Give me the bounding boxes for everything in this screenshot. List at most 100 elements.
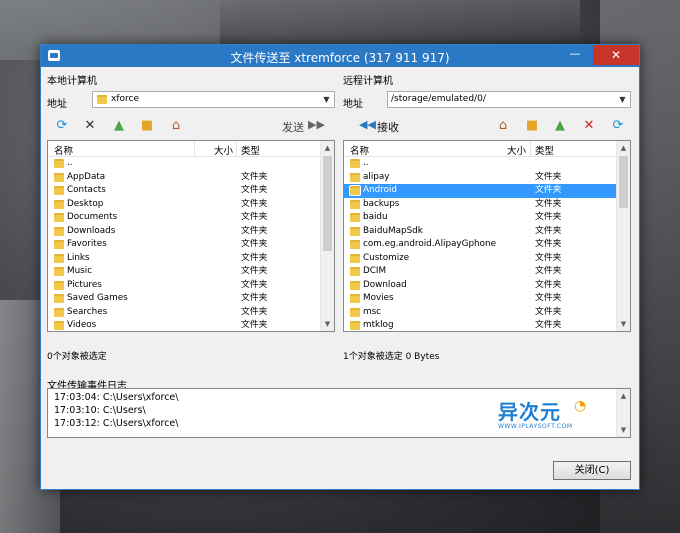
list-item[interactable]: .. <box>344 157 616 171</box>
list-item[interactable]: alipay 文件夹 <box>344 171 616 185</box>
column-divider[interactable] <box>194 141 195 157</box>
file-name: Documents <box>67 212 118 222</box>
list-item[interactable]: Pictures 文件夹 <box>48 279 320 293</box>
remote-section-label: 远程计算机 <box>343 76 393 87</box>
list-item[interactable]: backups 文件夹 <box>344 198 616 212</box>
scroll-down-icon[interactable]: ▼ <box>617 317 630 331</box>
column-name-header[interactable]: 名称 <box>350 143 369 157</box>
list-item[interactable]: Favorites 文件夹 <box>48 238 320 252</box>
log-scrollbar[interactable]: ▲ ▼ <box>616 389 630 437</box>
column-type-header[interactable]: 类型 <box>535 143 554 157</box>
minimize-button[interactable]: — <box>564 45 586 65</box>
chevron-down-icon[interactable]: ▼ <box>321 92 332 107</box>
file-type: 文件夹 <box>241 239 268 249</box>
file-type: 文件夹 <box>535 306 562 317</box>
scroll-thumb[interactable] <box>619 156 628 208</box>
column-name-header[interactable]: 名称 <box>54 143 73 157</box>
column-size-header[interactable]: 大小 <box>507 143 526 157</box>
list-item[interactable]: Download 文件夹 <box>344 279 616 293</box>
list-item[interactable]: BaiduMapSdk 文件夹 <box>344 225 616 239</box>
receive-arrow-icon[interactable]: ◀◀ <box>359 118 376 131</box>
scroll-up-icon[interactable]: ▲ <box>617 141 630 155</box>
list-item[interactable]: Searches 文件夹 <box>48 306 320 320</box>
remote-address-combo[interactable]: /storage/emulated/0/ ▼ <box>387 91 631 108</box>
list-item[interactable]: Music 文件夹 <box>48 265 320 279</box>
local-file-list[interactable]: 名称 大小 类型 .. AppData 文件夹 Contacts 文件夹 Deskt… <box>47 140 335 332</box>
folder-icon <box>54 199 64 209</box>
list-item[interactable]: Desktop 文件夹 <box>48 198 320 212</box>
list-item[interactable]: Links 文件夹 <box>48 252 320 266</box>
file-name: AppData <box>67 171 106 182</box>
remote-file-list[interactable]: 名称 大小 类型 .. alipay 文件夹 Android 文件夹 backups… <box>343 140 631 332</box>
file-name: Searches <box>67 306 108 317</box>
folder-icon <box>350 159 360 168</box>
folder-icon <box>350 172 360 182</box>
list-item[interactable]: baidu 文件夹 <box>344 211 616 225</box>
list-item[interactable]: Movies 文件夹 <box>344 292 616 306</box>
file-type: 文件夹 <box>535 266 562 276</box>
file-type: 文件夹 <box>241 279 268 290</box>
column-divider[interactable] <box>236 141 237 157</box>
new-folder-icon[interactable]: ■ <box>138 117 156 135</box>
file-name: Movies <box>363 293 394 303</box>
local-address-combo[interactable]: xforce ▼ <box>92 91 335 108</box>
file-type: 文件夹 <box>241 293 268 303</box>
folder-icon <box>54 226 64 236</box>
delete-icon[interactable]: ✕ <box>580 117 598 135</box>
list-item[interactable]: Customize 文件夹 <box>344 252 616 266</box>
parent-folder-icon[interactable]: ▲ <box>551 117 569 135</box>
folder-icon <box>54 213 64 222</box>
list-item[interactable]: Contacts 文件夹 <box>48 184 320 198</box>
home-icon[interactable]: ⌂ <box>167 117 185 135</box>
list-item[interactable]: Documents 文件夹 <box>48 211 320 225</box>
scroll-up-icon[interactable]: ▲ <box>617 389 630 403</box>
file-type: 文件夹 <box>241 252 268 263</box>
column-divider[interactable] <box>530 141 531 157</box>
remote-status: 1个对象被选定 0 Bytes <box>343 352 440 362</box>
remote-address-value: /storage/emulated/0/ <box>391 94 486 104</box>
remote-scrollbar[interactable]: ▲ ▼ <box>616 141 630 331</box>
chevron-down-icon[interactable]: ▼ <box>617 92 628 107</box>
new-folder-icon[interactable]: ■ <box>523 117 541 135</box>
watermark-url: WWW.IPLAYSOFT.COM <box>498 423 573 430</box>
column-size-header[interactable]: 大小 <box>214 143 233 157</box>
send-arrow-icon[interactable]: ▶▶ <box>308 118 325 131</box>
close-button[interactable]: 关闭(C) <box>553 461 631 480</box>
delete-icon[interactable]: ✕ <box>81 117 99 135</box>
list-item[interactable]: .. <box>48 157 320 171</box>
folder-icon <box>54 253 64 263</box>
refresh-icon[interactable]: ⟳ <box>609 117 627 135</box>
local-scrollbar[interactable]: ▲ ▼ <box>320 141 334 331</box>
list-item-selected[interactable]: Android 文件夹 <box>344 184 616 198</box>
title-bar[interactable]: 文件传送至 xtremforce (317 911 917) — ✕ <box>41 45 639 67</box>
file-name: Links <box>67 252 90 263</box>
scroll-up-icon[interactable]: ▲ <box>321 141 334 155</box>
scroll-thumb[interactable] <box>323 156 332 251</box>
scroll-down-icon[interactable]: ▼ <box>617 423 630 437</box>
list-item[interactable]: Videos 文件夹 <box>48 319 320 331</box>
scroll-down-icon[interactable]: ▼ <box>321 317 334 331</box>
receive-button[interactable]: 接收 <box>377 119 399 135</box>
list-item[interactable]: com.eg.android.AlipayGphone 文件夹 <box>344 238 616 252</box>
file-name: .. <box>363 158 369 168</box>
file-type: 文件夹 <box>241 266 268 276</box>
list-item[interactable]: Saved Games 文件夹 <box>48 292 320 306</box>
list-item[interactable]: mtklog 文件夹 <box>344 319 616 331</box>
list-item[interactable]: DCIM 文件夹 <box>344 265 616 279</box>
close-window-button[interactable]: ✕ <box>593 45 639 65</box>
parent-folder-icon[interactable]: ▲ <box>110 117 128 135</box>
file-name: Downloads <box>67 225 116 236</box>
remote-rows: .. alipay 文件夹 Android 文件夹 backups 文件夹 baidu… <box>344 157 616 331</box>
list-item[interactable]: AppData 文件夹 <box>48 171 320 185</box>
watermark-logo: 异次元 WWW.IPLAYSOFT.COM ◔ <box>498 396 586 430</box>
list-item[interactable]: Downloads 文件夹 <box>48 225 320 239</box>
file-type: 文件夹 <box>241 320 268 330</box>
home-icon[interactable]: ⌂ <box>494 117 512 135</box>
folder-icon <box>97 95 107 104</box>
refresh-icon[interactable]: ⟳ <box>53 117 71 135</box>
send-button[interactable]: 发送 <box>282 119 304 135</box>
list-item[interactable]: msc 文件夹 <box>344 306 616 320</box>
local-address-label: 地址 <box>47 99 67 110</box>
column-type-header[interactable]: 类型 <box>241 143 260 157</box>
folder-icon <box>54 294 64 303</box>
